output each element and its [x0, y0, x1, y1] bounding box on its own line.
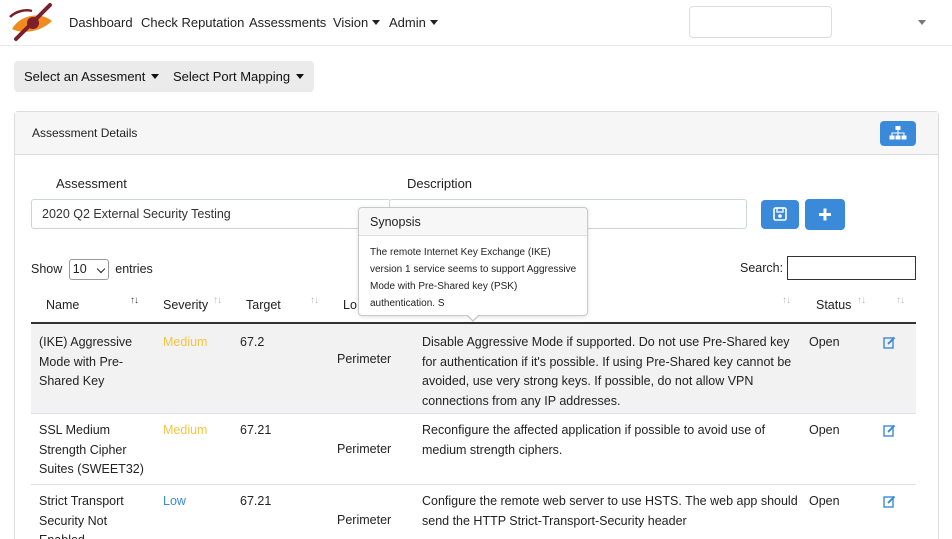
synopsis-tooltip: Synopsis The remote Internet Key Exchang…	[358, 207, 588, 316]
select-port-mapping-dropdown[interactable]: Select Port Mapping	[163, 61, 315, 92]
table-row[interactable]: SSL Medium Strength Cipher Suites (SWEET…	[31, 414, 916, 485]
cell-status: Open	[809, 335, 840, 349]
cell-target: 67.21	[240, 423, 272, 437]
tooltip-body: The remote Internet Key Exchange (IKE) v…	[370, 247, 577, 309]
cell-severity: Medium	[163, 423, 208, 437]
cell-name: (IKE) Aggressive Mode with Pre-Shared Ke…	[39, 335, 133, 388]
nav-admin-label: Admin	[389, 15, 426, 30]
save-button[interactable]	[761, 200, 799, 229]
nav-search-input[interactable]	[689, 6, 832, 38]
sitemap-icon	[889, 126, 907, 140]
sort-icon[interactable]: ↑↓	[310, 295, 319, 306]
show-entries: Show 10 entries	[31, 259, 153, 280]
assessment-input[interactable]: 2020 Q2 External Security Testing	[31, 199, 391, 229]
table-search-label: Search:	[740, 261, 784, 275]
cell-severity: Low	[163, 494, 186, 508]
select-assessment-dropdown[interactable]: Select an Assesment	[14, 61, 170, 92]
card-header: Assessment Details	[15, 112, 938, 155]
chevron-down-icon	[96, 264, 106, 274]
nav-admin[interactable]: Admin	[389, 15, 438, 30]
cell-remediation: Disable Aggressive Mode if supported. Do…	[422, 335, 792, 408]
cell-severity: Medium	[163, 335, 208, 349]
select-assessment-label: Select an Assesment	[24, 69, 146, 84]
description-label: Description	[407, 176, 473, 191]
cell-target: 67.21	[240, 494, 272, 508]
table-search-input[interactable]	[787, 256, 916, 280]
sort-icon[interactable]: ↑↓	[213, 295, 222, 306]
cell-target: 67.2	[240, 335, 265, 349]
sort-icon[interactable]: ↑↓	[782, 295, 791, 306]
table-row[interactable]: (IKE) Aggressive Mode with Pre-Shared Ke…	[31, 324, 916, 414]
cell-remediation: Configure the remote web server to use H…	[422, 494, 798, 528]
eye-logo-icon[interactable]	[6, 3, 58, 43]
edit-icon[interactable]	[883, 495, 896, 508]
caret-down-icon	[429, 20, 438, 25]
cell-status: Open	[809, 423, 840, 437]
cell-remediation: Reconfigure the affected application if …	[422, 423, 766, 457]
nav-dashboard[interactable]: Dashboard	[69, 15, 133, 30]
edit-icon[interactable]	[883, 424, 896, 437]
cell-location: Perimeter	[337, 352, 392, 366]
plus-icon	[819, 208, 831, 221]
th-name[interactable]: Name	[46, 298, 79, 312]
save-icon	[773, 207, 787, 221]
nav-vision-label: Vision	[333, 15, 369, 30]
cell-location: Perimeter	[337, 442, 392, 456]
nav-assessments[interactable]: Assessments	[249, 15, 326, 30]
tooltip-arrow-fill	[467, 314, 479, 320]
nav-check-reputation[interactable]: Check Reputation	[141, 15, 244, 30]
cell-name: Strict Transport Security Not Enabled	[39, 494, 124, 539]
top-navbar: Dashboard Check Reputation Assessments V…	[0, 0, 952, 46]
add-button[interactable]	[805, 199, 845, 230]
select-port-mapping-label: Select Port Mapping	[173, 69, 291, 84]
cell-status: Open	[809, 494, 840, 508]
th-severity[interactable]: Severity	[163, 298, 208, 312]
tooltip-title: Synopsis	[359, 208, 587, 236]
page-size-select[interactable]: 10	[68, 259, 109, 280]
th-target[interactable]: Target	[246, 298, 281, 312]
show-prefix: Show	[31, 261, 63, 276]
caret-down-icon	[151, 74, 160, 79]
card-title: Assessment Details	[32, 126, 138, 140]
caret-down-icon	[296, 74, 305, 79]
th-location[interactable]: Lo	[343, 298, 357, 312]
sort-icon[interactable]: ↑↓	[857, 295, 866, 306]
sort-icon[interactable]: ↑↓	[896, 295, 905, 306]
cell-name: SSL Medium Strength Cipher Suites (SWEET…	[39, 423, 144, 476]
edit-icon[interactable]	[883, 336, 896, 349]
show-suffix: entries	[115, 261, 153, 276]
caret-down-icon	[372, 20, 381, 25]
th-status[interactable]: Status	[816, 298, 851, 312]
sort-icon[interactable]: ↑↓	[130, 295, 139, 306]
cell-location: Perimeter	[337, 513, 392, 527]
nav-vision[interactable]: Vision	[333, 15, 381, 30]
hierarchy-button[interactable]	[880, 121, 916, 146]
table-row[interactable]: Strict Transport Security Not Enabled Lo…	[31, 485, 916, 539]
assessment-label: Assessment	[56, 176, 127, 191]
caret-down-icon[interactable]	[918, 20, 926, 25]
page-size-value: 10	[72, 262, 87, 276]
